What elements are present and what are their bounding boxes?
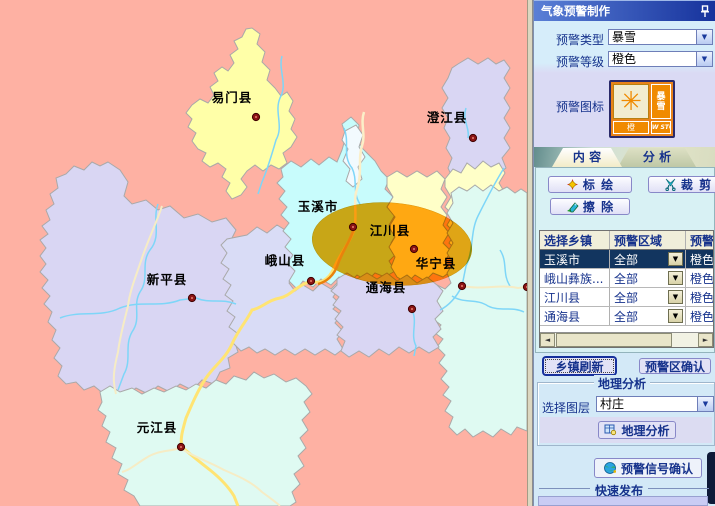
table-row[interactable]: 玉溪市全部▼橙色 bbox=[540, 250, 713, 269]
cell-area: 全部▼ bbox=[610, 288, 686, 306]
cell-town: 玉溪市 bbox=[540, 250, 610, 268]
township-refresh-button[interactable]: 乡镇刷新 bbox=[543, 357, 616, 375]
table-row[interactable]: 峨山彝族...全部▼橙色 bbox=[540, 269, 713, 288]
panel-title-bar[interactable]: 气象预警制作 bbox=[534, 0, 715, 21]
county-label: 江川县 bbox=[370, 223, 411, 238]
table-row[interactable]: 江川县全部▼橙色 bbox=[540, 288, 713, 307]
county-label: 峨山县 bbox=[265, 253, 306, 268]
warning-area-confirm-button[interactable]: 预警区确认 bbox=[639, 358, 711, 374]
cell-town: 江川县 bbox=[540, 288, 610, 306]
county-label: 通海县 bbox=[366, 280, 407, 295]
warning-form: 预警类型 暴雪 ▼ 预警等级 橙色 ▼ 预警图标 ✳ 暴雪 橙 SNOW STO… bbox=[534, 21, 715, 147]
area-dropdown-button[interactable]: ▼ bbox=[668, 290, 683, 304]
plot-button[interactable]: 标 绘 bbox=[548, 176, 632, 193]
cutoff-element bbox=[707, 452, 715, 504]
cell-area: 全部▼ bbox=[610, 307, 686, 325]
layer-select[interactable]: 村庄 ▼ bbox=[596, 396, 714, 412]
county-label: 易门县 bbox=[212, 90, 253, 105]
warning-icon-caption: SNOW STORM bbox=[651, 121, 671, 134]
cell-level: 橙色 bbox=[686, 251, 713, 268]
geo-table-icon bbox=[604, 424, 617, 436]
chevron-down-icon[interactable]: ▼ bbox=[696, 30, 712, 44]
warning-icon-level: 橙 bbox=[613, 121, 649, 134]
tab-content[interactable]: 内 容 bbox=[552, 148, 622, 167]
panel-title: 气象预警制作 bbox=[541, 4, 610, 18]
warning-level-value: 橙色 bbox=[609, 52, 696, 66]
warning-type-value: 暴雪 bbox=[609, 30, 696, 44]
cell-area: 全部▼ bbox=[610, 269, 686, 287]
cell-town: 峨山彝族... bbox=[540, 269, 610, 287]
signal-confirm-button[interactable]: 预警信号确认 bbox=[594, 458, 702, 478]
quick-publish-group: 快速发布 bbox=[534, 482, 715, 496]
geo-analysis-group: 地理分析 选择图层 村庄 ▼ 地理分析 bbox=[537, 382, 715, 446]
pin-icon[interactable] bbox=[700, 5, 710, 18]
warning-level-label: 预警等级 bbox=[556, 53, 604, 70]
globe-icon bbox=[603, 461, 617, 475]
quick-publish-strip bbox=[538, 496, 708, 506]
cell-level: 橙色 bbox=[686, 308, 713, 325]
erase-button[interactable]: 擦 除 bbox=[550, 198, 630, 215]
header-area: 预警区域 bbox=[610, 231, 686, 249]
county-yuanjiang[interactable] bbox=[98, 372, 312, 506]
county-label: 新平县 bbox=[147, 272, 188, 287]
scroll-thumb[interactable] bbox=[556, 333, 672, 347]
cut-button[interactable]: 裁 剪 bbox=[648, 176, 715, 193]
tab-strip: 内 容 分 析 bbox=[534, 147, 715, 167]
cell-level: 橙色 bbox=[686, 270, 713, 287]
weather-warning-app: 易门县澄江县玉溪市江川县峨山县华宁县通海县新平县元江县 气象预警制作 预警类型 … bbox=[0, 0, 715, 506]
geo-group-title: 地理分析 bbox=[594, 375, 650, 392]
header-level: 预警等级 bbox=[686, 232, 713, 249]
analysis-tab-page: 标 绘 裁 剪 擦 除 bbox=[535, 167, 715, 353]
eraser-icon bbox=[566, 200, 579, 213]
warning-level-select[interactable]: 橙色 ▼ bbox=[608, 51, 713, 67]
layer-value: 村庄 bbox=[597, 397, 697, 411]
table-horizontal-scrollbar[interactable]: ◄ ► bbox=[540, 332, 713, 347]
county-label: 玉溪市 bbox=[298, 199, 339, 214]
chevron-down-icon[interactable]: ▼ bbox=[696, 52, 712, 66]
map-canvas[interactable]: 易门县澄江县玉溪市江川县峨山县 华宁县通海县 新平县元江县 bbox=[0, 0, 527, 506]
area-dropdown-button[interactable]: ▼ bbox=[668, 271, 683, 285]
township-table: 选择乡镇 预警区域 预警等级 玉溪市全部▼橙色峨山彝族...全部▼橙色江川县全部… bbox=[539, 230, 714, 348]
warning-type-select[interactable]: 暴雪 ▼ bbox=[608, 29, 713, 45]
cell-town: 通海县 bbox=[540, 307, 610, 325]
table-row[interactable]: 通海县全部▼橙色 bbox=[540, 307, 713, 326]
warning-panel: 气象预警制作 预警类型 暴雪 ▼ 预警等级 橙色 ▼ 预警图标 ✳ 暴雪 bbox=[533, 0, 715, 506]
county-label: 澄江县 bbox=[427, 110, 468, 125]
table-header-row: 选择乡镇 预警区域 预警等级 bbox=[540, 231, 713, 250]
area-dropdown-button[interactable]: ▼ bbox=[668, 309, 683, 323]
warning-type-label: 预警类型 bbox=[556, 31, 604, 48]
chevron-down-icon[interactable]: ▼ bbox=[697, 397, 713, 411]
area-dropdown-button[interactable]: ▼ bbox=[668, 252, 683, 266]
snowflake-icon: ✳ bbox=[613, 84, 649, 119]
header-town: 选择乡镇 bbox=[540, 231, 610, 249]
scroll-right-button[interactable]: ► bbox=[698, 333, 713, 347]
warning-icon: ✳ 暴雪 橙 SNOW STORM bbox=[609, 80, 675, 138]
scissors-icon bbox=[664, 178, 677, 191]
warning-icon-label: 预警图标 bbox=[556, 98, 604, 115]
tab-analysis[interactable]: 分 析 bbox=[618, 148, 696, 167]
county-label: 华宁县 bbox=[416, 256, 457, 271]
warning-icon-name: 暴雪 bbox=[651, 84, 671, 119]
geo-analysis-button[interactable]: 地理分析 bbox=[598, 421, 676, 439]
plot-icon bbox=[566, 178, 579, 191]
layer-select-label: 选择图层 bbox=[542, 399, 590, 416]
cell-level: 橙色 bbox=[686, 289, 713, 306]
scroll-left-button[interactable]: ◄ bbox=[540, 333, 555, 347]
county-label: 元江县 bbox=[137, 420, 178, 435]
cell-area: 全部▼ bbox=[610, 250, 686, 268]
